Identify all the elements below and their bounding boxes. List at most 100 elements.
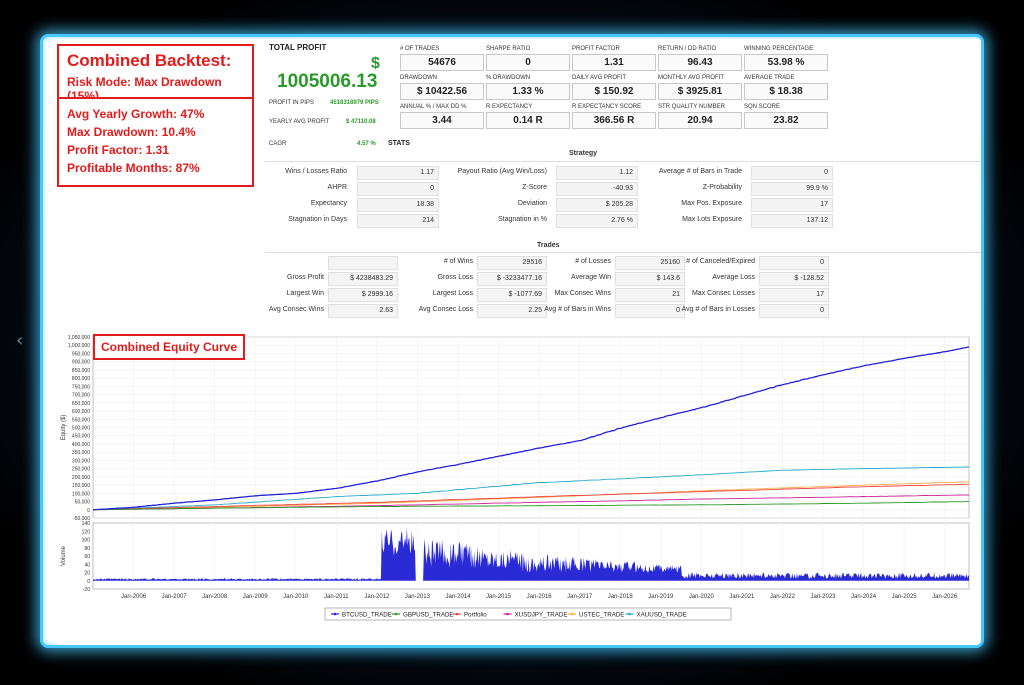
- y-tick-label: 350,000: [72, 450, 90, 456]
- stat-value: 20.94: [658, 112, 742, 129]
- y-tick-label: 250,000: [72, 467, 90, 473]
- y-tick-label: 200,000: [72, 475, 90, 481]
- stat-label: % DRAWDOWN: [486, 75, 531, 81]
- cagr-value: 4.57 %: [357, 141, 376, 147]
- y-tick-label: 1,050,000: [68, 335, 90, 341]
- strategy-title: Strategy: [569, 150, 598, 157]
- x-tick-label: Jan-2014: [445, 594, 471, 600]
- strategy-label: Expectancy: [310, 200, 347, 207]
- strategy-label: AHPR: [327, 184, 347, 191]
- x-tick-label: Jan-2018: [608, 594, 634, 600]
- x-tick-label: Jan-2013: [405, 594, 431, 600]
- y-tick-label: 50,000: [75, 500, 91, 506]
- y-tick-label: 1,000,000: [68, 343, 90, 349]
- volume-tick-label: 100: [82, 538, 91, 544]
- stat-label: SHARPE RATIO: [486, 46, 531, 52]
- x-tick-label: Jan-2022: [770, 594, 796, 600]
- stat-card: # OF TRADES 54676: [400, 46, 484, 71]
- stat-value: 1.31: [572, 54, 656, 71]
- stat-label: RETURN / DD RATIO: [658, 46, 717, 52]
- trades-value: $ -128.52: [759, 272, 829, 286]
- stat-card: DAILY AVG PROFIT $ 150.92: [572, 75, 656, 100]
- strategy-value: 137.12: [751, 214, 833, 228]
- stat-value: 3.44: [400, 112, 484, 129]
- x-tick-label: Jan-2020: [689, 594, 715, 600]
- trades-value: 0: [759, 256, 829, 270]
- trades-label: Average Loss: [712, 274, 755, 281]
- pips-label: PROFIT IN PIPS: [269, 100, 314, 106]
- stat-card: RETURN / DD RATIO 96.43: [658, 46, 742, 71]
- stat-label: DRAWDOWN: [400, 75, 438, 81]
- trades-label: Max Consec Losses: [691, 290, 755, 297]
- strategy-label: Max Lots Exposure: [682, 216, 742, 223]
- y-axis-label: Equity ($): [61, 415, 67, 441]
- equity-chart: 1,050,000 1,000,000 950,000 900,000 850,000 8…: [57, 334, 981, 634]
- stat-label: AVERAGE TRADE: [744, 75, 795, 81]
- stat-label: PROFIT FACTOR: [572, 46, 620, 52]
- stat-label: R EXPECTANCY SCORE: [572, 104, 642, 110]
- divider: [265, 161, 981, 162]
- strategy-label: Z-Probability: [702, 184, 742, 191]
- stat-card: STR QUALITY NUMBER 20.94: [658, 104, 742, 129]
- stat-card: MONTHLY AVG PROFIT $ 3925.81: [658, 75, 742, 100]
- stat-label: SQN SCORE: [744, 104, 781, 110]
- y-tick-label: 800,000: [72, 376, 90, 382]
- x-tick-label: Jan-2017: [567, 594, 593, 600]
- volume-tick-label: 60: [84, 554, 90, 560]
- y-tick-label: 400,000: [72, 442, 90, 448]
- volume-tick-label: 140: [82, 521, 91, 527]
- trades-title: Trades: [537, 242, 560, 249]
- stat-label: STR QUALITY NUMBER: [658, 104, 725, 110]
- chevron-left-icon[interactable]: ‹: [16, 330, 23, 351]
- x-tick-label: Jan-2006: [121, 594, 147, 600]
- legend-item: XUSDJPY_TRADE: [515, 612, 568, 619]
- legend-marker: [333, 612, 337, 616]
- stat-card: SQN SCORE 23.82: [744, 104, 828, 129]
- volume-tick-label: 120: [82, 529, 91, 535]
- strategy-label: Payout Ratio (Avg Win/Loss): [457, 168, 547, 175]
- stat-value: $ 3925.81: [658, 83, 742, 100]
- x-tick-label: Jan-2025: [892, 594, 918, 600]
- stat-card: AVERAGE TRADE $ 18.38: [744, 75, 828, 100]
- stat-value: 366.56 R: [572, 112, 656, 129]
- stat-label: R EXPECTANCY: [486, 104, 533, 110]
- stat-label: WINNING PERCENTAGE: [744, 46, 814, 52]
- stat-label: ANNUAL % / MAX DD %: [400, 104, 467, 110]
- max-drawdown: Max Drawdown: 10.4%: [67, 125, 196, 139]
- legend-item: Portfolio: [464, 612, 487, 619]
- strategy-label: Stagnation in %: [497, 216, 547, 223]
- x-tick-label: Jan-2011: [324, 594, 349, 600]
- volume-tick-label: -20: [83, 587, 90, 593]
- volume-tick-label: 0: [87, 579, 90, 585]
- stat-card: PROFIT FACTOR 1.31: [572, 46, 656, 71]
- equity-curve-label: Combined Equity Curve: [93, 334, 246, 360]
- stat-value: 1.33 %: [486, 83, 570, 100]
- volume-tick-label: 80: [84, 546, 90, 552]
- stat-value: 54676: [400, 54, 484, 71]
- equity-chart-svg: 1,050,000 1,000,000 950,000 900,000 850,000 8…: [61, 335, 970, 621]
- stat-value: $ 150.92: [572, 83, 656, 100]
- y-tick-label: 700,000: [72, 393, 90, 399]
- x-tick-label: Jan-2008: [202, 594, 228, 600]
- trades-value: 0: [759, 304, 829, 318]
- report-panel: Combined Backtest: Risk Mode: Max Drawdo…: [57, 39, 981, 645]
- strategy-value: 17: [751, 198, 833, 212]
- y-tick-label: 850,000: [72, 368, 90, 374]
- strategy-label: Wins / Losses Ratio: [285, 168, 347, 175]
- yearly-avg-label: YEARLY AVG PROFIT: [269, 119, 330, 125]
- volume-axis-label: Volume: [61, 545, 67, 566]
- backtest-title: Combined Backtest:: [67, 51, 232, 70]
- pips-value: 4518318979 PIPS: [330, 100, 379, 106]
- legend-item: XAUUSD_TRADE: [637, 612, 687, 619]
- stat-card: % DRAWDOWN 1.33 %: [486, 75, 570, 100]
- stat-value: 53.98 %: [744, 54, 828, 71]
- stat-value: 0: [486, 54, 570, 71]
- strategy-value: 0: [751, 166, 833, 180]
- yearly-avg-value: $ 47110.08: [346, 119, 376, 125]
- stat-card: ANNUAL % / MAX DD % 3.44: [400, 104, 484, 129]
- stats-label: STATS: [388, 140, 410, 147]
- x-tick-label: Jan-2016: [527, 594, 553, 600]
- stat-card: R EXPECTANCY 0.14 R: [486, 104, 570, 129]
- total-profit-value: 1005006.13: [277, 71, 378, 92]
- legend-item: USTEC_TRADE: [579, 612, 624, 619]
